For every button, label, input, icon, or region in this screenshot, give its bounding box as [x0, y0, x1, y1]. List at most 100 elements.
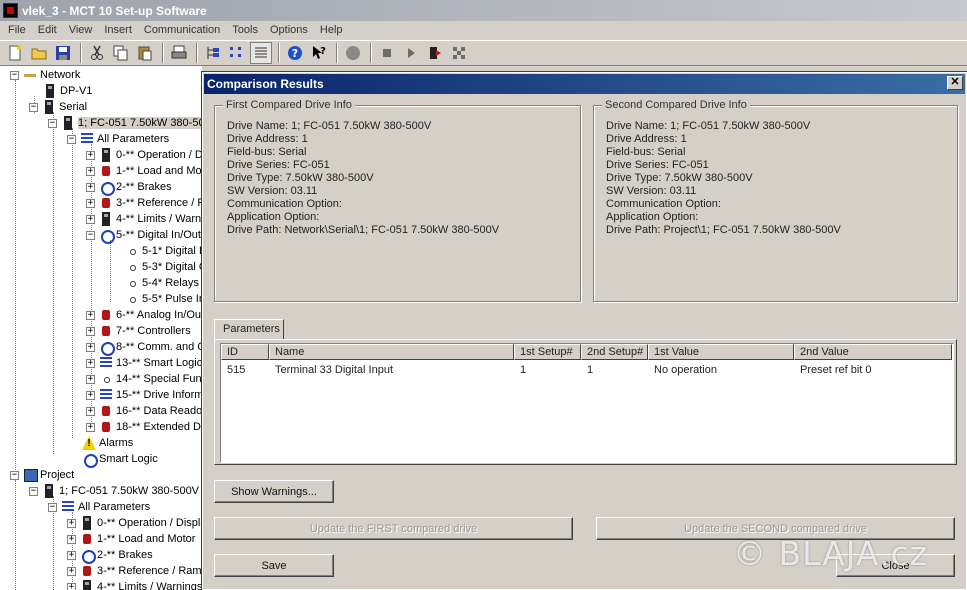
print-icon[interactable] [168, 42, 190, 64]
tree-node-drive[interactable]: − 1; FC-051 7.50kW 380-500V [48, 115, 202, 131]
column-1st-value[interactable]: 1st Value [648, 344, 794, 360]
tree-node-group[interactable]: + 18-** Extended Data Readouts [86, 419, 202, 435]
menu-help[interactable]: Help [314, 24, 349, 36]
menu-view[interactable]: View [63, 24, 99, 36]
tree-node-project[interactable]: − Project [10, 467, 74, 483]
details-view-icon[interactable] [250, 42, 272, 64]
menu-file[interactable]: File [2, 24, 32, 36]
menu-edit[interactable]: Edit [32, 24, 63, 36]
collapse-toggle[interactable]: − [10, 470, 19, 480]
expand-toggle[interactable]: + [86, 406, 95, 416]
column-2nd-setup[interactable]: 2nd Setup# [581, 344, 648, 360]
menu-tools[interactable]: Tools [226, 24, 264, 36]
expand-toggle[interactable]: + [67, 518, 76, 528]
tree-node-group[interactable]: + 3-** Reference / Ramps [67, 563, 202, 579]
expand-toggle[interactable]: + [86, 374, 95, 384]
column-id[interactable]: ID [221, 344, 269, 360]
update-first-drive-button[interactable]: Update the FIRST compared drive [214, 517, 573, 540]
tree-node-group[interactable]: + 16-** Data Readouts [86, 403, 202, 419]
expand-toggle[interactable]: + [86, 310, 95, 320]
stop-circle-icon[interactable] [342, 42, 364, 64]
info-drive-address: Drive Address: 1 [227, 133, 308, 145]
expand-toggle[interactable]: + [86, 390, 95, 400]
tree-node-group[interactable]: + 3-** Reference / Ramps [86, 195, 202, 211]
column-1st-setup[interactable]: 1st Setup# [514, 344, 581, 360]
tree-node-subgroup[interactable]: 5-5* Pulse Input [125, 291, 202, 307]
collapse-toggle[interactable]: − [29, 102, 38, 112]
play-icon[interactable] [400, 42, 422, 64]
expand-toggle[interactable]: + [67, 550, 76, 560]
menu-insert[interactable]: Insert [98, 24, 138, 36]
new-icon[interactable] [4, 42, 26, 64]
list-view-icon[interactable] [226, 42, 248, 64]
expand-toggle[interactable]: + [86, 422, 95, 432]
expand-toggle[interactable]: + [86, 326, 95, 336]
tree-node-group[interactable]: + 4-** Limits / Warnings [86, 211, 202, 227]
differences-list[interactable]: ID Name 1st Setup# 2nd Setup# 1st Value … [220, 343, 954, 463]
tree-node-group[interactable]: + 14-** Special Functions [86, 371, 202, 387]
tree-node-group[interactable]: + 4-** Limits / Warnings [67, 579, 202, 590]
toolbar-separator [336, 43, 338, 63]
show-warnings-button[interactable]: Show Warnings... [214, 480, 334, 503]
tree-node-all-parameters[interactable]: − All Parameters [48, 499, 150, 515]
tree-node-serial[interactable]: − Serial [29, 99, 87, 115]
tree-node-group[interactable]: + 0-** Operation / Display [67, 515, 202, 531]
close-icon[interactable]: ✕ [947, 76, 963, 90]
save-icon[interactable] [52, 42, 74, 64]
tree-node-group[interactable]: + 15-** Drive Information [86, 387, 202, 403]
tree-node-subgroup[interactable]: 5-4* Relays [125, 275, 199, 291]
context-help-icon[interactable]: ? [308, 42, 330, 64]
drive-connect-icon[interactable] [424, 42, 446, 64]
tab-parameters[interactable]: Parameters [214, 319, 284, 340]
expand-toggle[interactable]: + [86, 166, 95, 176]
tree-node-dpv1[interactable]: DP-V1 [43, 83, 92, 99]
tree-node-group[interactable]: + 0-** Operation / Display [86, 147, 202, 163]
table-row[interactable]: 515 Terminal 33 Digital Input 1 1 No ope… [221, 361, 952, 379]
tree-node-alarms[interactable]: Alarms [82, 435, 133, 451]
tree-node-group[interactable]: + 7-** Controllers [86, 323, 191, 339]
expand-toggle[interactable]: + [67, 534, 76, 544]
collapse-toggle[interactable]: − [67, 134, 76, 144]
tree-node-subgroup[interactable]: 5-3* Digital Outputs [125, 259, 202, 275]
expand-toggle[interactable]: + [86, 214, 95, 224]
tree-node-group[interactable]: − 5-** Digital In/Out [86, 227, 201, 244]
tree-node-group[interactable]: + 1-** Load and Motor [86, 163, 202, 179]
help-icon[interactable]: ? [284, 42, 306, 64]
tree-node-group[interactable]: + 2-** Brakes [67, 547, 153, 564]
paste-icon[interactable] [134, 42, 156, 64]
tree-node-group[interactable]: + 13-** Smart Logic [86, 355, 202, 371]
tree-view-icon[interactable] [202, 42, 224, 64]
tree-node-all-parameters[interactable]: − All Parameters [67, 131, 169, 147]
tree-node-smart-logic[interactable]: Smart Logic [82, 451, 158, 468]
copy-icon[interactable] [110, 42, 132, 64]
project-tree[interactable]: − Network DP-V1 − Serial − 1; FC-051 7.5… [0, 66, 202, 590]
tree-node-subgroup[interactable]: 5-1* Digital Inputs [125, 243, 202, 259]
save-button[interactable]: Save [214, 554, 334, 577]
collapse-toggle[interactable]: − [86, 230, 95, 240]
cut-icon[interactable] [86, 42, 108, 64]
grid-icon[interactable] [448, 42, 470, 64]
expand-toggle[interactable]: + [86, 182, 95, 192]
stop-icon[interactable] [376, 42, 398, 64]
collapse-toggle[interactable]: − [10, 70, 19, 80]
column-2nd-value[interactable]: 2nd Value [794, 344, 952, 360]
expand-toggle[interactable]: + [86, 358, 95, 368]
expand-toggle[interactable]: + [86, 198, 95, 208]
open-icon[interactable] [28, 42, 50, 64]
collapse-toggle[interactable]: − [48, 118, 57, 128]
tree-node-group[interactable]: + 2-** Brakes [86, 179, 172, 196]
expand-toggle[interactable]: + [67, 566, 76, 576]
tree-node-network[interactable]: − Network [10, 67, 80, 83]
expand-toggle[interactable]: + [67, 582, 76, 590]
tree-node-group[interactable]: + 8-** Comm. and Options [86, 339, 202, 356]
expand-toggle[interactable]: + [86, 342, 95, 352]
tree-node-drive[interactable]: − 1; FC-051 7.50kW 380-500V [29, 483, 199, 499]
tree-node-group[interactable]: + 6-** Analog In/Out [86, 307, 202, 323]
expand-toggle[interactable]: + [86, 150, 95, 160]
collapse-toggle[interactable]: − [29, 486, 38, 496]
tree-node-group[interactable]: + 1-** Load and Motor [67, 531, 195, 547]
menu-options[interactable]: Options [264, 24, 314, 36]
column-name[interactable]: Name [269, 344, 514, 360]
collapse-toggle[interactable]: − [48, 502, 57, 512]
menu-communication[interactable]: Communication [138, 24, 226, 36]
